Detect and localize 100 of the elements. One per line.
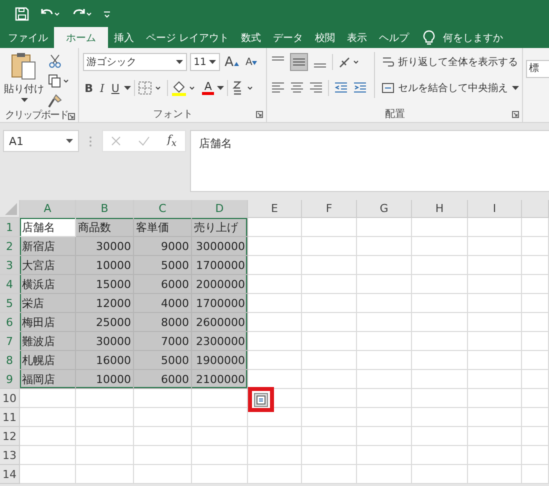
align-right-icon[interactable] bbox=[309, 82, 323, 94]
row-header[interactable]: 2 bbox=[0, 237, 20, 256]
row-header[interactable]: 6 bbox=[0, 313, 20, 332]
table-cell: 難波店 bbox=[20, 332, 76, 351]
table-cell: 客単価 bbox=[134, 218, 192, 237]
increase-font-size-button[interactable]: A bbox=[222, 54, 240, 70]
number-format-field[interactable]: 標 bbox=[526, 60, 549, 78]
align-center-icon[interactable] bbox=[290, 82, 304, 94]
insert-function-button[interactable]: f$_{x}$ bbox=[167, 132, 177, 150]
row-header[interactable]: 11 bbox=[0, 408, 20, 427]
table-cell bbox=[302, 332, 357, 351]
ribbon-tab[interactable]: データ bbox=[267, 27, 310, 48]
table-cell bbox=[192, 427, 248, 446]
table-cell: 2000000 bbox=[192, 275, 248, 294]
formula-field[interactable]: 店舗名 bbox=[190, 130, 549, 192]
table-cell bbox=[248, 237, 302, 256]
ribbon-tab[interactable]: 表示 bbox=[341, 27, 374, 48]
row-header[interactable]: 4 bbox=[0, 275, 20, 294]
caret-icon bbox=[208, 60, 216, 64]
table-cell: 札幌店 bbox=[20, 351, 76, 370]
name-box[interactable]: A1 bbox=[3, 130, 79, 152]
table-cell: 6000 bbox=[134, 275, 192, 294]
table-cell bbox=[20, 389, 76, 408]
column-header[interactable]: C bbox=[134, 200, 192, 218]
table-cell bbox=[302, 237, 357, 256]
merge-center-button[interactable]: セルを結合して中央揃え bbox=[382, 78, 519, 98]
row-header[interactable]: 14 bbox=[0, 465, 20, 484]
ribbon-tab[interactable]: ページ レイアウト bbox=[140, 27, 236, 48]
table-cell bbox=[522, 332, 549, 351]
copy-icon[interactable] bbox=[48, 74, 70, 88]
row-header[interactable]: 3 bbox=[0, 256, 20, 275]
save-icon[interactable] bbox=[15, 6, 29, 20]
row-header[interactable]: 10 bbox=[0, 389, 20, 408]
align-middle-icon[interactable] bbox=[290, 53, 308, 71]
table-cell: 栄店 bbox=[20, 294, 76, 313]
column-header[interactable]: B bbox=[76, 200, 134, 218]
row-header[interactable]: 13 bbox=[0, 446, 20, 465]
table-cell bbox=[302, 256, 357, 275]
row-header[interactable]: 12 bbox=[0, 427, 20, 446]
decrease-indent-icon[interactable] bbox=[334, 82, 348, 94]
down-arrow-icon bbox=[252, 60, 258, 64]
table-cell: 1900000 bbox=[192, 351, 248, 370]
group-label: フォント bbox=[152, 108, 193, 121]
quick-analysis-button[interactable] bbox=[248, 387, 274, 412]
align-left-icon[interactable] bbox=[271, 82, 285, 94]
table-cell bbox=[357, 313, 412, 332]
caret-icon bbox=[124, 86, 132, 90]
table-cell bbox=[302, 370, 357, 389]
table-cell bbox=[248, 446, 302, 465]
column-header[interactable]: A bbox=[20, 200, 76, 218]
row-header[interactable]: 9 bbox=[0, 370, 20, 389]
table-cell bbox=[357, 389, 412, 408]
table-cell: 4000 bbox=[134, 294, 192, 313]
font-color-button[interactable]: A bbox=[202, 81, 214, 95]
customize-icon[interactable] bbox=[103, 10, 111, 18]
increase-indent-icon[interactable] bbox=[353, 82, 367, 94]
column-header[interactable]: E bbox=[248, 200, 302, 218]
column-header[interactable]: I bbox=[468, 200, 522, 218]
bold-button[interactable]: B bbox=[82, 82, 95, 94]
format-painter-icon[interactable] bbox=[48, 94, 62, 108]
row-header[interactable]: 8 bbox=[0, 351, 20, 370]
grip-icon[interactable] bbox=[89, 136, 92, 147]
table-cell bbox=[412, 370, 468, 389]
table-cell bbox=[302, 446, 357, 465]
table-cell bbox=[412, 256, 468, 275]
column-header[interactable]: F bbox=[302, 200, 357, 218]
table-cell bbox=[248, 427, 302, 446]
font-name-field[interactable]: 游ゴシック bbox=[82, 53, 187, 71]
column-header[interactable]: D bbox=[192, 200, 248, 218]
ribbon-tab[interactable]: 校閲 bbox=[309, 27, 342, 48]
wrap-text-button[interactable]: 折り返して全体を表示する bbox=[382, 52, 519, 72]
ribbon-tab[interactable]: 挿入 bbox=[108, 27, 140, 48]
dialog-launcher-icon[interactable] bbox=[68, 113, 75, 120]
column-header[interactable]: H bbox=[412, 200, 468, 218]
table-cell: 梅田店 bbox=[20, 313, 76, 332]
table-cell bbox=[468, 218, 522, 237]
ribbon-tab[interactable]: ファイル bbox=[2, 27, 54, 48]
ribbon-tab[interactable]: ヘルプ bbox=[373, 27, 416, 48]
row-header[interactable]: 1 bbox=[0, 218, 20, 237]
dialog-launcher-icon[interactable] bbox=[256, 111, 263, 118]
table-cell bbox=[522, 351, 549, 370]
dialog-launcher-icon[interactable] bbox=[512, 111, 519, 118]
ribbon-tab[interactable]: 数式 bbox=[235, 27, 268, 48]
ribbon-tab[interactable]: ホーム bbox=[54, 27, 108, 48]
paste-button[interactable]: 貼り付け bbox=[4, 52, 44, 108]
font-size-field[interactable]: 11 bbox=[190, 53, 220, 71]
row-header[interactable]: 7 bbox=[0, 332, 20, 351]
search-field[interactable]: 何をしますか bbox=[443, 30, 504, 44]
table-cell: 25000 bbox=[76, 313, 134, 332]
column-header[interactable]: G bbox=[357, 200, 412, 218]
italic-button[interactable]: I bbox=[98, 82, 106, 94]
decrease-font-size-button[interactable]: A bbox=[244, 56, 260, 68]
table-cell: 7000 bbox=[134, 332, 192, 351]
scissors-icon[interactable] bbox=[48, 54, 62, 68]
table-cell bbox=[357, 427, 412, 446]
table-cell bbox=[522, 294, 549, 313]
table-cell bbox=[468, 256, 522, 275]
row-header[interactable]: 5 bbox=[0, 294, 20, 313]
underline-button[interactable]: U bbox=[109, 82, 122, 94]
checkmark-icon[interactable] bbox=[138, 136, 150, 146]
